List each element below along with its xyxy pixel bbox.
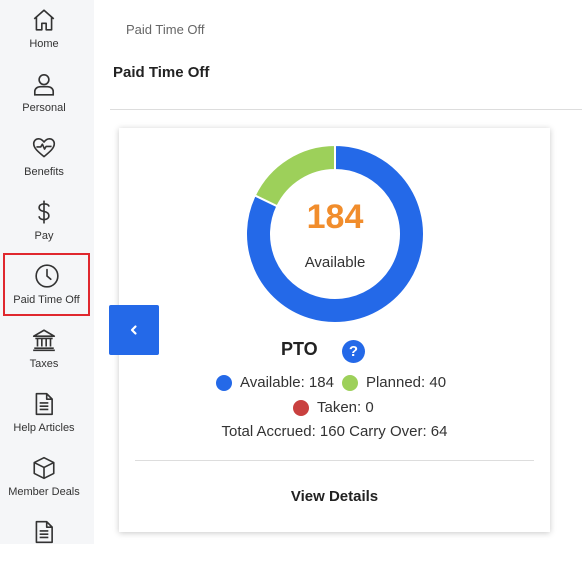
box-icon [30,454,58,482]
legend-available: Available: 184 [240,374,334,391]
pto-totals: Total Accrued: 160 Carry Over: 64 [221,423,448,440]
header-divider [110,109,582,110]
previous-button[interactable] [109,305,159,355]
document-icon [30,518,58,546]
bank-icon [30,326,58,354]
sidebar: Home Personal Benefits Pay Paid Time Off… [0,0,94,544]
legend-row-2: Taken: 0 [293,399,374,416]
view-details-link[interactable]: View Details [119,488,550,505]
sidebar-item-member-deals[interactable]: Member Deals [0,448,88,512]
sidebar-item-label: Pay [34,230,54,242]
legend-dot-taken [293,399,309,416]
legend-row-1: Available: 184 Planned: 40 [216,374,446,391]
home-icon [30,6,58,34]
sidebar-item-label: Help Articles [13,422,75,434]
person-icon [30,70,58,98]
pto-title: PTO [281,339,318,359]
available-label: Available [304,254,366,271]
available-value: 184 [306,198,364,236]
legend-taken: Taken: 0 [317,399,374,416]
sidebar-item-label: Member Deals [8,486,80,498]
sidebar-item-label: Taxes [29,358,59,370]
sidebar-item-taxes[interactable]: Taxes [0,320,88,384]
clock-icon [33,262,61,290]
sidebar-item-label: Home [29,38,59,50]
breadcrumb[interactable]: Paid Time Off [126,22,205,37]
sidebar-item-paid-time-off[interactable]: Paid Time Off [3,253,90,316]
sidebar-item-pay[interactable]: Pay [0,192,88,256]
sidebar-item-benefits[interactable]: Benefits [0,128,88,192]
sidebar-item-home[interactable]: Home [0,0,88,64]
sidebar-item-documents[interactable] [0,512,88,576]
chevron-left-icon [130,325,137,335]
dollar-icon [30,198,58,226]
legend-planned: Planned: 40 [365,374,447,391]
sidebar-item-personal[interactable]: Personal [0,64,88,128]
card-divider [135,460,534,461]
document-icon [30,390,58,418]
sidebar-item-help-articles[interactable]: Help Articles [0,384,88,448]
legend-dot-planned [341,374,358,391]
heart-pulse-icon [30,134,58,162]
sidebar-item-label: Benefits [24,166,64,178]
page-title: Paid Time Off [113,64,210,81]
legend-dot-available [216,374,232,391]
help-icon[interactable]: ? [342,340,365,363]
sidebar-item-label: Paid Time Off [13,294,80,306]
sidebar-item-label: Personal [22,102,66,114]
